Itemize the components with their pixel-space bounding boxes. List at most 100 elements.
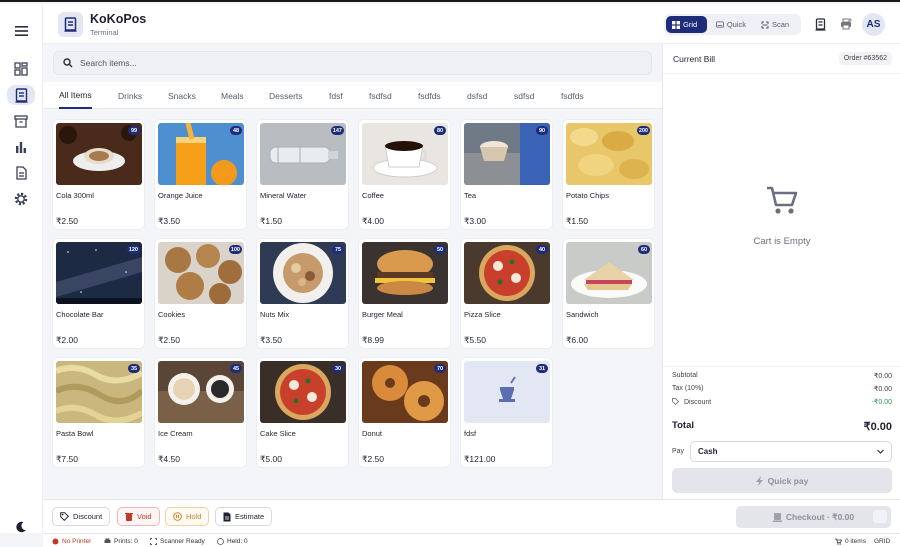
inventory-icon[interactable] — [7, 111, 35, 131]
category-tabs: All Items Drinks Snacks Meals Desserts f… — [43, 82, 662, 109]
product-card[interactable]: 147 Mineral Water ₹1.50 — [256, 119, 349, 230]
product-card[interactable]: 35 Pasta Bowl ₹7.50 — [52, 357, 145, 468]
product-card[interactable]: 48 Orange Juice ₹3.50 — [154, 119, 247, 230]
payment-method-select[interactable]: Cash — [690, 441, 892, 462]
quick-pay-button[interactable]: Quick pay — [672, 468, 892, 493]
settings-gear-icon[interactable] — [7, 189, 35, 209]
tab-desserts[interactable]: Desserts — [269, 82, 303, 109]
discount-label: Discount — [683, 399, 712, 406]
hold-button[interactable]: Hold — [165, 507, 210, 526]
scanner-status: Scanner Ready — [150, 538, 205, 545]
product-price: ₹8.99 — [362, 335, 384, 345]
tab-fdsf[interactable]: fdsf — [329, 82, 343, 109]
product-name: fdsf — [464, 429, 477, 438]
product-card[interactable]: 120 Chocolate Bar ₹2.00 — [52, 238, 145, 349]
grid-icon — [672, 20, 680, 29]
tab-fsdfds[interactable]: fsdfds — [418, 82, 441, 109]
reports-chart-icon[interactable] — [7, 137, 35, 157]
product-grid: 99 Cola 300ml ₹2.50 48 Orange Juice ₹3.5… — [43, 109, 662, 499]
stock-badge: 200 — [636, 126, 650, 135]
scan-mode-button[interactable]: Scan — [755, 16, 797, 33]
estimate-button[interactable]: Estimate — [215, 507, 273, 526]
product-card[interactable]: 31 fdsf ₹121.00 — [460, 357, 553, 468]
status-bar: No Printer Prints: 0 Scanner Ready Held:… — [43, 533, 900, 547]
product-price: ₹5.50 — [464, 335, 486, 345]
app-subtitle: Terminal — [90, 28, 119, 37]
product-name: Sandwich — [566, 310, 599, 319]
dark-mode-moon-icon[interactable] — [7, 517, 35, 537]
view-mode-status: GRID — [874, 538, 891, 545]
subtotal-row: Subtotal ₹0.00 — [672, 372, 892, 380]
product-price: ₹4.00 — [362, 216, 384, 226]
tab-fsdfds-2[interactable]: fsdfds — [561, 82, 584, 109]
stock-badge: 30 — [332, 364, 344, 373]
product-card[interactable]: 70 Donut ₹2.50 — [358, 357, 451, 468]
product-price: ₹2.50 — [362, 454, 384, 464]
held-status: Held: 0 — [217, 538, 248, 545]
product-card[interactable]: 100 Cookies ₹2.50 — [154, 238, 247, 349]
user-avatar[interactable]: AS — [862, 13, 885, 36]
product-name: Ice Cream — [158, 429, 193, 438]
product-card[interactable]: 60 Sandwich ₹6.00 — [562, 238, 655, 349]
product-name: Nuts Mix — [260, 310, 290, 319]
product-name: Donut — [362, 429, 383, 438]
grid-mode-label: Grid — [683, 20, 698, 29]
void-button-label: Void — [137, 512, 152, 521]
product-card[interactable]: 40 Pizza Slice ₹5.50 — [460, 238, 553, 349]
stock-badge: 147 — [330, 126, 344, 135]
pos-terminal-icon[interactable] — [7, 85, 35, 105]
tab-fsdfsd[interactable]: fsdfsd — [369, 82, 392, 109]
cart-icon — [835, 538, 842, 545]
top-header: KoKoPos Terminal Grid Quick Scan AS — [43, 4, 900, 44]
dashboard-icon[interactable] — [7, 59, 35, 79]
checkout-button[interactable]: Checkout · ₹0.00 — [736, 506, 891, 528]
stock-badge: 120 — [126, 245, 140, 254]
register-icon[interactable] — [812, 15, 828, 33]
product-card[interactable]: 80 Coffee ₹4.00 — [358, 119, 451, 230]
product-price: ₹3.50 — [158, 216, 180, 226]
product-price: ₹3.50 — [260, 335, 282, 345]
tab-dsfsd[interactable]: dsfsd — [467, 82, 487, 109]
product-card[interactable]: 75 Nuts Mix ₹3.50 — [256, 238, 349, 349]
scan-mode-label: Scan — [772, 20, 790, 29]
cart-count-status: 0 items — [835, 538, 866, 545]
product-card[interactable]: 200 Potato Chips ₹1.50 — [562, 119, 655, 230]
product-name: Mineral Water — [260, 191, 307, 200]
pause-circle-icon — [173, 512, 182, 521]
stock-badge: 80 — [434, 126, 446, 135]
search-bar — [53, 51, 652, 75]
product-card[interactable]: 45 Ice Cream ₹4.50 — [154, 357, 247, 468]
tab-sdfsd[interactable]: sdfsd — [514, 82, 534, 109]
tax-row: Tax (10%) ₹0.00 — [672, 385, 892, 393]
quick-mode-button[interactable]: Quick — [710, 16, 752, 33]
tag-icon — [672, 398, 680, 406]
total-row: Total ₹0.00 — [672, 420, 892, 433]
app-frame: KoKoPos Terminal Grid Quick Scan AS Sear… — [0, 0, 900, 547]
tab-drinks[interactable]: Drinks — [118, 82, 142, 109]
discount-button[interactable]: Discount — [52, 507, 111, 526]
discount-row: Discount -₹0.00 — [672, 398, 892, 406]
product-name: Tea — [464, 191, 477, 200]
product-name: Chocolate Bar — [56, 310, 104, 319]
menu-icon[interactable] — [7, 21, 35, 41]
stock-badge: 90 — [536, 126, 548, 135]
search-input[interactable] — [80, 55, 640, 71]
void-button[interactable]: Void — [117, 507, 160, 526]
grid-mode-button[interactable]: Grid — [666, 16, 707, 33]
tag-icon — [60, 512, 69, 521]
tab-meals[interactable]: Meals — [221, 82, 244, 109]
tab-snacks[interactable]: Snacks — [168, 82, 196, 109]
catalog-area: All Items Drinks Snacks Meals Desserts f… — [43, 44, 662, 499]
printer-icon[interactable] — [838, 15, 854, 33]
product-card[interactable]: 30 Cake Slice ₹5.00 — [256, 357, 349, 468]
printer-off-icon — [52, 538, 59, 545]
discount-button-label: Discount — [73, 512, 103, 521]
action-toolbar: Discount Void Hold Estimate Checkout · ₹… — [43, 499, 900, 533]
document-icon[interactable] — [7, 163, 35, 183]
product-card[interactable]: 99 Cola 300ml ₹2.50 — [52, 119, 145, 230]
product-card[interactable]: 50 Burger Meal ₹8.99 — [358, 238, 451, 349]
empty-cart: Cart is Empty — [663, 184, 900, 247]
stock-badge: 50 — [434, 245, 446, 254]
tab-all-items[interactable]: All Items — [59, 82, 92, 109]
product-card[interactable]: 90 Tea ₹3.00 — [460, 119, 553, 230]
